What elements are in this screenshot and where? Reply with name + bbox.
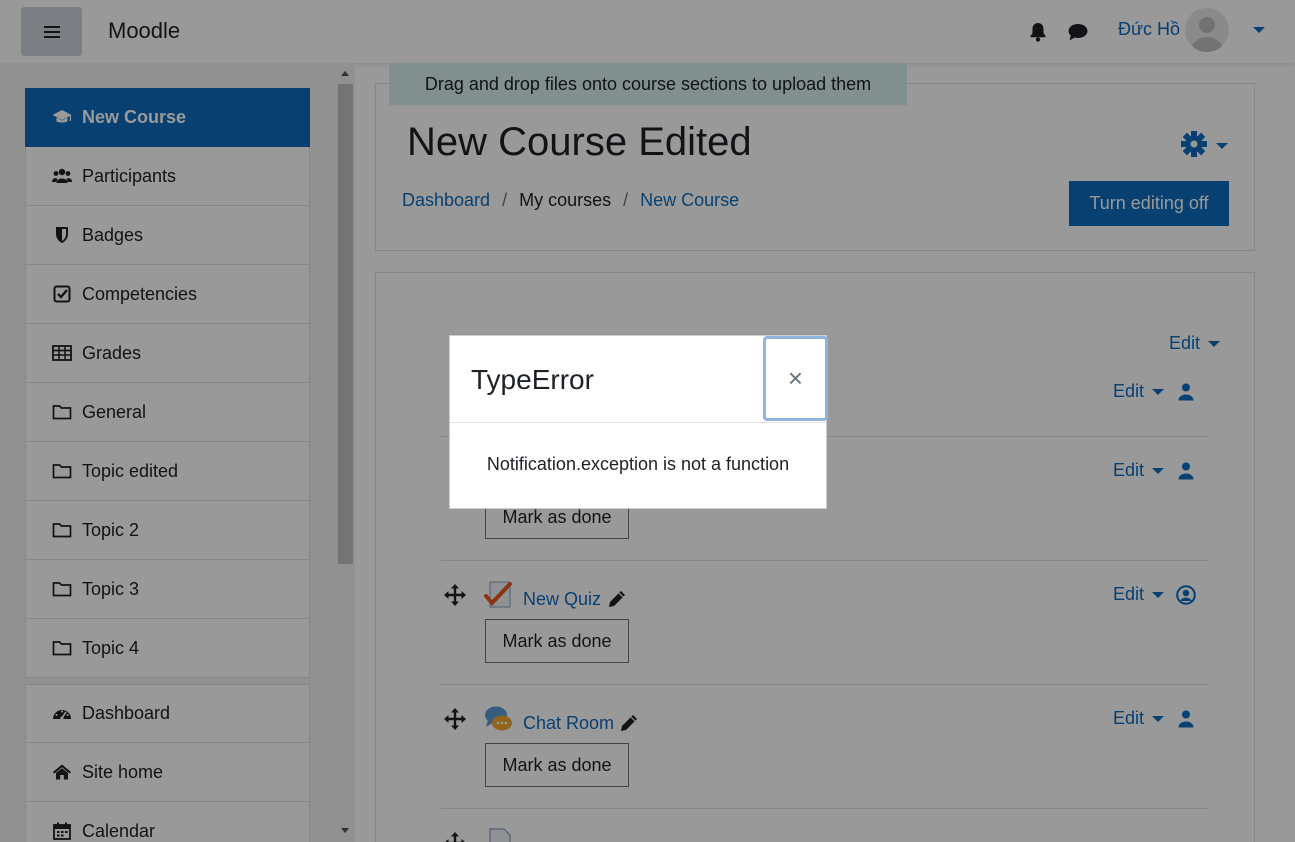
close-icon: × [787,363,804,393]
close-button[interactable]: × [763,336,828,421]
error-modal: TypeError × Notification.exception is no… [449,335,828,509]
modal-title: TypeError [471,364,594,395]
modal-message: Notification.exception is not a function [486,454,790,474]
